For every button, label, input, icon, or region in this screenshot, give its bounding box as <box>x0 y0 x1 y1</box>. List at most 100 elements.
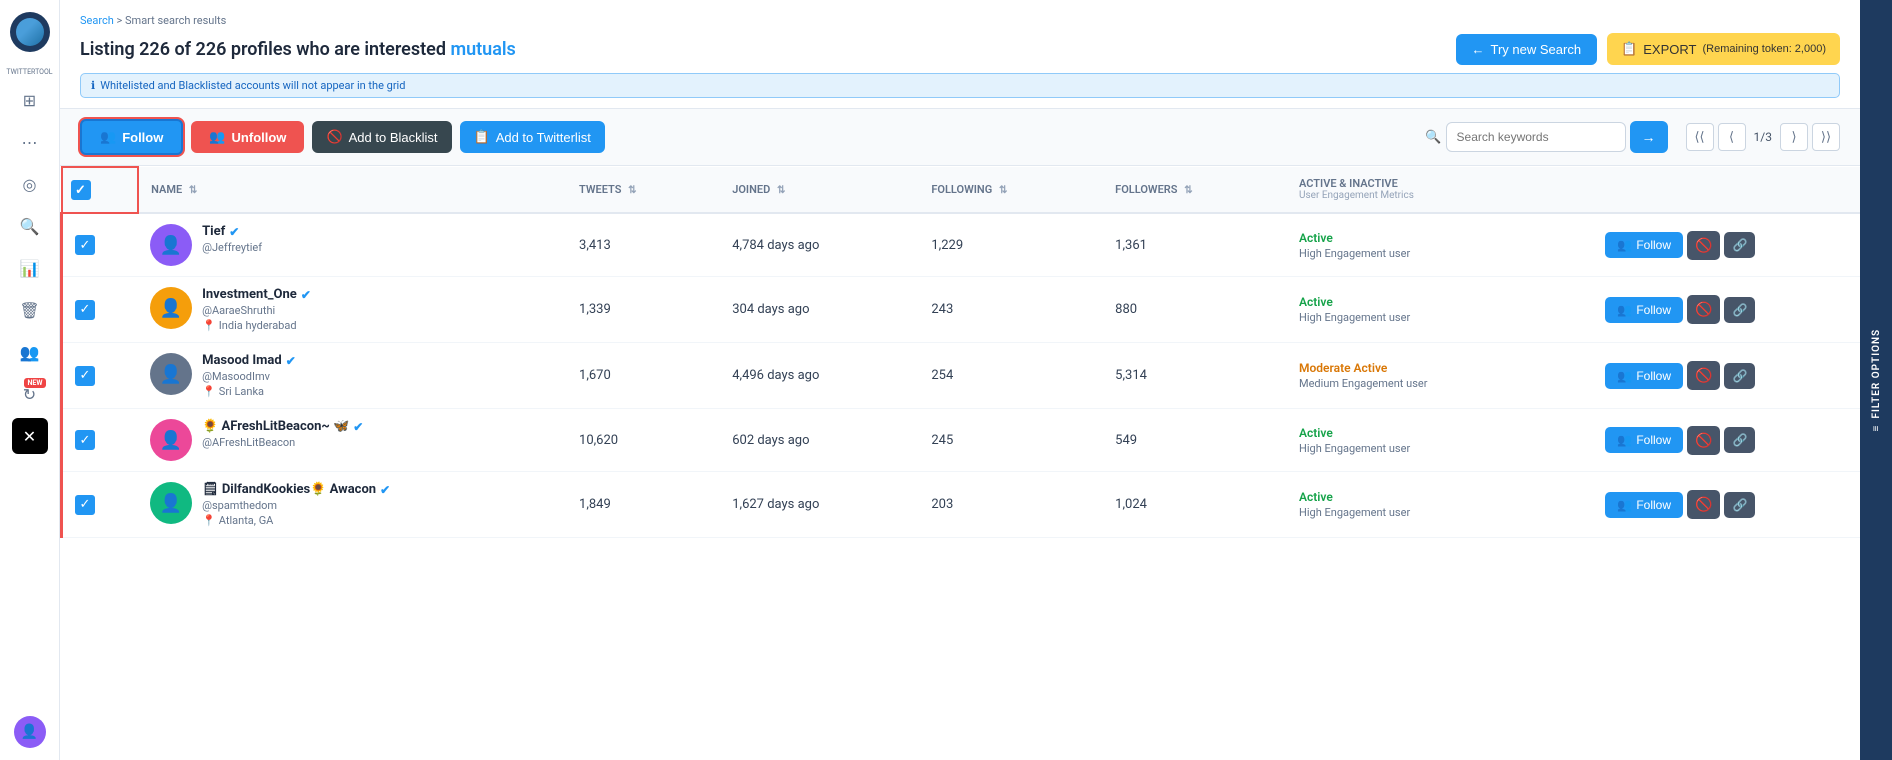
user-handle[interactable]: @MasoodImv <box>202 370 296 383</box>
tweets-cell: 1,670 <box>567 343 720 409</box>
profile-link-button[interactable]: 🔗 <box>1724 492 1755 518</box>
active-cell: Active High Engagement user <box>1287 213 1593 277</box>
name-column-header[interactable]: NAME ⇅ <box>138 167 567 213</box>
joined-cell: 4,496 days ago <box>720 343 919 409</box>
add-to-blacklist-button[interactable]: 🚫 Add to Blacklist <box>312 121 451 153</box>
followers-column-header[interactable]: FOLLOWERS ⇅ <box>1103 167 1287 213</box>
active-cell: Moderate Active Medium Engagement user <box>1287 343 1593 409</box>
sidebar-icon-refresh[interactable]: ↻ NEW <box>12 376 48 412</box>
followers-cell: 549 <box>1103 409 1287 472</box>
select-all-checkbox[interactable]: ✓ <box>71 180 91 200</box>
follow-button[interactable]: 👥 Follow <box>1605 492 1683 518</box>
user-display-name: Investment_One ✔ <box>202 287 311 302</box>
search-input[interactable] <box>1446 122 1626 152</box>
active-column-header: ACTIVE & INACTIVE User Engagement Metric… <box>1287 167 1593 213</box>
row-checkbox[interactable]: ✓ <box>75 495 95 515</box>
user-handle[interactable]: @AFreshLitBeacon <box>202 436 363 449</box>
sidebar-icon-trash[interactable]: 🗑 <box>12 292 48 328</box>
following-sort-icon[interactable]: ⇅ <box>999 185 1007 196</box>
follow-button[interactable]: 👥 Follow <box>1605 297 1683 323</box>
export-button[interactable]: 📋 EXPORT (Remaining token: 2,000) <box>1607 33 1840 65</box>
tweets-sort-icon[interactable]: ⇅ <box>628 185 636 196</box>
block-button[interactable]: 🚫 <box>1687 426 1720 455</box>
tweets-column-header[interactable]: TWEETS ⇅ <box>567 167 720 213</box>
engagement-label: High Engagement user <box>1299 311 1581 324</box>
block-button[interactable]: 🚫 <box>1687 361 1720 390</box>
toolbar: 👥 Follow 👥 Unfollow 🚫 Add to Blacklist 📋… <box>60 109 1860 166</box>
block-button[interactable]: 🚫 <box>1687 295 1720 324</box>
user-location: 📍Sri Lanka <box>202 385 296 398</box>
name-sort-icon[interactable]: ⇅ <box>189 185 197 196</box>
row-checkbox-cell: ✓ <box>62 472 139 538</box>
avatar: 👤 <box>150 224 192 266</box>
status-badge: Active <box>1299 231 1581 245</box>
user-info: 👤 🗒 DilfandKookies🌻 Awacon ✔ @spamthedom… <box>150 482 555 527</box>
add-to-twitterlist-button[interactable]: 📋 Add to Twitterlist <box>460 121 605 153</box>
avatar: 👤 <box>150 482 192 524</box>
joined-cell: 4,784 days ago <box>720 213 919 277</box>
page-prev-button[interactable]: ⟨ <box>1718 123 1746 151</box>
followers-sort-icon[interactable]: ⇅ <box>1184 185 1192 196</box>
avatar: 👤 <box>150 419 192 461</box>
sidebar-icon-search[interactable]: 🔍 <box>12 208 48 244</box>
row-checkbox[interactable]: ✓ <box>75 366 95 386</box>
breadcrumb-search[interactable]: Search <box>80 14 114 27</box>
following-cell: 243 <box>919 277 1103 343</box>
row-checkbox[interactable]: ✓ <box>75 430 95 450</box>
sidebar-icon-network[interactable]: ⋯ <box>12 124 48 160</box>
block-button[interactable]: 🚫 <box>1687 231 1720 260</box>
row-checkbox[interactable]: ✓ <box>75 235 95 255</box>
avatar: 👤 <box>150 287 192 329</box>
results-table-container: ✓ NAME ⇅ TWEETS ⇅ JOINED ⇅ <box>60 166 1860 760</box>
row-actions: 👥 Follow 🚫 🔗 <box>1605 361 1848 390</box>
page-next-button[interactable]: ⟩ <box>1780 123 1808 151</box>
engagement-label: High Engagement user <box>1299 442 1581 455</box>
block-button[interactable]: 🚫 <box>1687 490 1720 519</box>
twitterlist-icon: 📋 <box>474 129 490 145</box>
actions-cell: 👥 Follow 🚫 🔗 <box>1593 409 1860 472</box>
filter-options-sidebar[interactable]: ≡ FILTER OPTIONS <box>1860 0 1892 760</box>
sidebar-icon-target[interactable]: ◎ <box>12 166 48 202</box>
unfollow-all-button[interactable]: 👥 Unfollow <box>191 121 304 153</box>
arrow-left-icon: ← <box>1472 42 1485 57</box>
follow-icon: 👥 <box>1617 238 1632 252</box>
profile-link-button[interactable]: 🔗 <box>1724 232 1755 258</box>
sidebar-icon-grid[interactable]: ⊞ <box>12 82 48 118</box>
sidebar-icon-twitter[interactable]: ✕ <box>12 418 48 454</box>
title-row: Listing 226 of 226 profiles who are inte… <box>80 33 1840 65</box>
follow-button[interactable]: 👥 Follow <box>1605 232 1683 258</box>
follow-icon: 👥 <box>1617 303 1632 317</box>
user-details: Tief ✔ @Jeffreytief <box>202 224 262 254</box>
user-avatar[interactable]: 👤 <box>14 716 46 748</box>
sidebar-icon-chart[interactable]: 📊 <box>12 250 48 286</box>
sidebar: TWITTERTOOL ⊞ ⋯ ◎ 🔍 📊 🗑 👥 ↻ NEW ✕ 👤 <box>0 0 60 760</box>
joined-column-header[interactable]: JOINED ⇅ <box>720 167 919 213</box>
filter-icon: ≡ <box>1871 424 1882 431</box>
user-handle[interactable]: @spamthedom <box>202 499 390 512</box>
search-box: 🔍 → <box>1425 121 1667 153</box>
try-new-search-button[interactable]: ← Try new Search <box>1456 34 1598 65</box>
page-last-button[interactable]: ⟩⟩ <box>1812 123 1840 151</box>
profile-link-button[interactable]: 🔗 <box>1724 297 1755 323</box>
actions-cell: 👥 Follow 🚫 🔗 <box>1593 277 1860 343</box>
profile-link-button[interactable]: 🔗 <box>1724 427 1755 453</box>
follow-button[interactable]: 👥 Follow <box>1605 427 1683 453</box>
user-handle[interactable]: @Jeffreytief <box>202 241 262 254</box>
joined-sort-icon[interactable]: ⇅ <box>777 185 785 196</box>
user-details: Masood Imad ✔ @MasoodImv 📍Sri Lanka <box>202 353 296 398</box>
profile-link-button[interactable]: 🔗 <box>1724 363 1755 389</box>
user-handle[interactable]: @AaraeShruthi <box>202 304 311 317</box>
page-first-button[interactable]: ⟨⟨ <box>1686 123 1714 151</box>
engagement-label: High Engagement user <box>1299 247 1581 260</box>
row-checkbox[interactable]: ✓ <box>75 300 95 320</box>
sidebar-icon-users[interactable]: 👥 <box>12 334 48 370</box>
row-actions: 👥 Follow 🚫 🔗 <box>1605 295 1848 324</box>
following-column-header[interactable]: FOLLOWING ⇅ <box>919 167 1103 213</box>
actions-cell: 👥 Follow 🚫 🔗 <box>1593 343 1860 409</box>
user-info: 👤 Tief ✔ @Jeffreytief <box>150 224 555 266</box>
page-header: Search > Smart search results Listing 22… <box>60 0 1860 109</box>
follow-all-button[interactable]: 👥 Follow <box>80 119 183 155</box>
app-logo[interactable] <box>10 12 50 52</box>
search-go-button[interactable]: → <box>1630 121 1668 153</box>
follow-button[interactable]: 👥 Follow <box>1605 363 1683 389</box>
